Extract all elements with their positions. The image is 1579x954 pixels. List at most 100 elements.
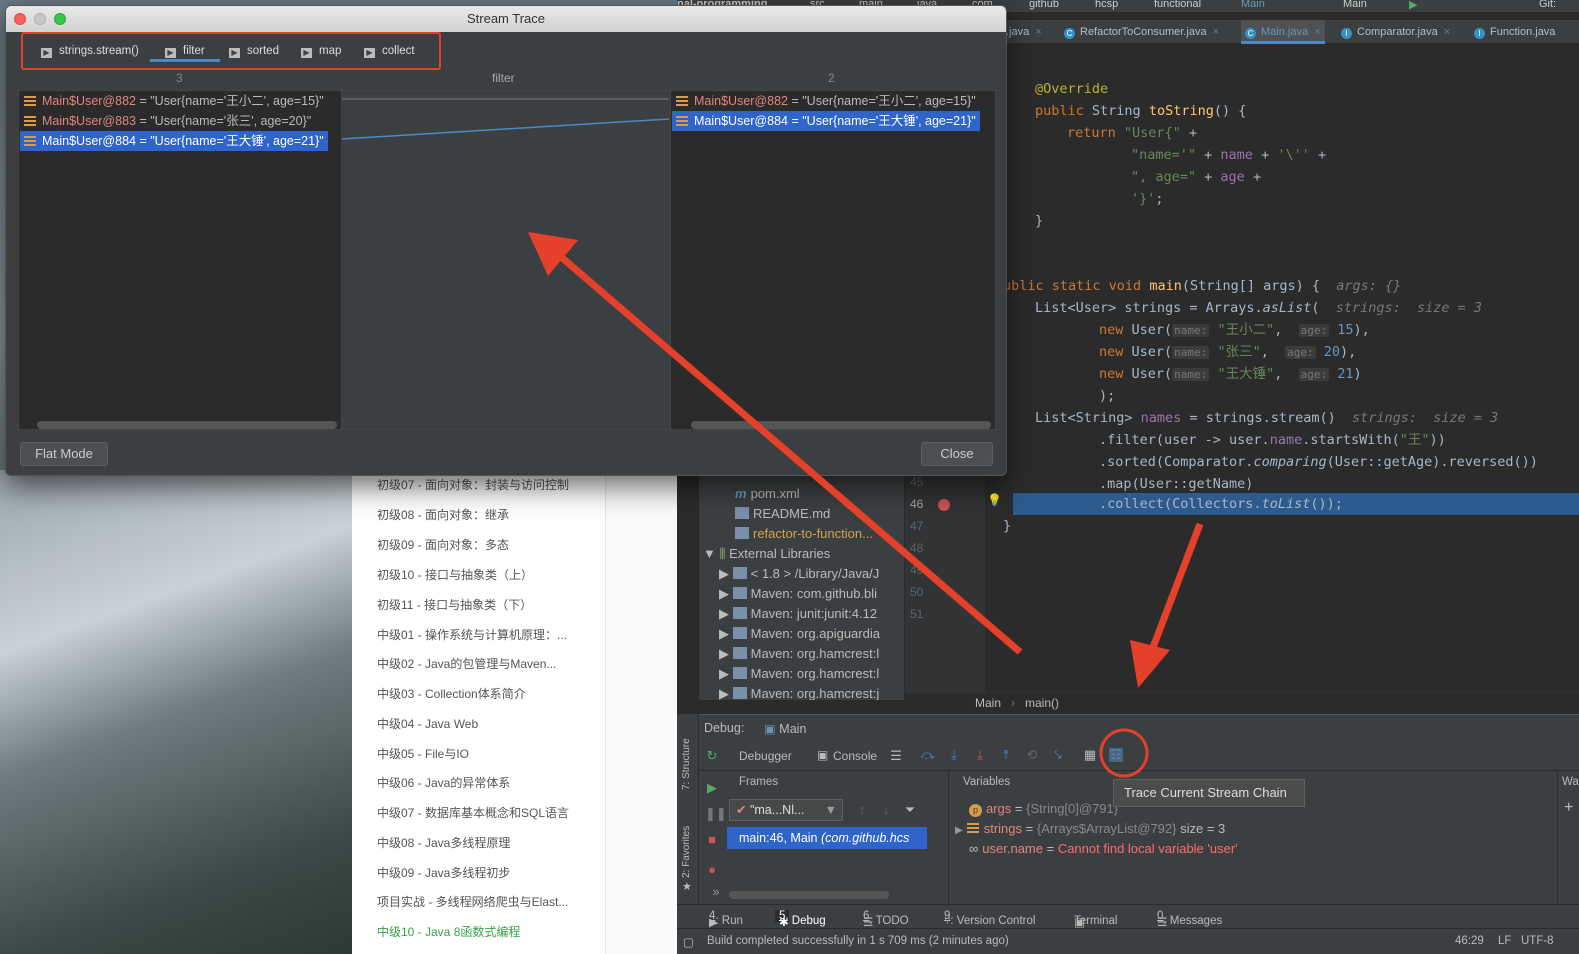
list-item-selected[interactable]: Main$User@884 = "User{name='王大锤', age=21… [672,111,980,131]
tree-item-jdk[interactable]: ▶ < 1.8 > /Library/Java/J [719,564,879,584]
step-out-icon[interactable]: ⤒ [999,748,1013,762]
debug-config-tab[interactable]: ▣ Main [764,721,806,736]
view-breakpoints-icon[interactable]: ● [705,863,719,877]
trace-stream-chain-icon[interactable]: ☷ [1109,748,1123,762]
chevron-right-icon[interactable]: ▶ [719,586,733,601]
tree-item-library[interactable]: ▶ Maven: org.hamcrest:j [719,684,879,700]
course-item[interactable]: 中级01 - 操作系统与计算机原理：... [377,626,567,643]
course-item[interactable]: 中级08 - Java多线程原理 [377,834,510,851]
close-window-icon[interactable] [14,13,26,25]
nav-crumb[interactable]: hcsp [1095,0,1118,10]
tab-comparator[interactable]: I Comparator.java × [1341,20,1450,44]
evaluate-expression-icon[interactable]: ▦ [1083,748,1097,762]
course-item-active[interactable]: 中级10 - Java 8函数式编程 [377,923,520,940]
status-message[interactable]: Build completed successfully in 1 s 709 … [707,935,1009,947]
tool-window-structure[interactable]: 7: Structure [681,720,695,790]
tool-tab-messages[interactable]: ☰ 0: Messages [1157,910,1222,929]
force-step-into-icon[interactable]: ⤓ [973,748,987,762]
close-icon[interactable]: × [1035,26,1041,38]
minimize-window-icon[interactable] [34,13,46,25]
tree-item-readme[interactable]: README.md [735,504,830,524]
close-icon[interactable]: × [1444,26,1450,38]
variable-row[interactable]: ▶ strings = {Arrays$ArrayList@792} size =… [955,819,1225,839]
drop-frame-icon[interactable]: ⟲ [1025,748,1039,762]
tab-function[interactable]: I Function.java [1474,20,1555,44]
chevron-right-icon[interactable]: ▶ [719,566,733,581]
pause-icon[interactable]: ❚❚ [705,807,727,821]
nav-crumb[interactable]: functional [1154,0,1201,10]
tab-java[interactable]: .java × [1006,20,1042,44]
caret-position[interactable]: 46:29 [1455,935,1484,947]
list-item[interactable]: Main$User@883 = "User{name='张三', age=20}… [20,111,315,131]
thread-select[interactable]: ✔ "ma...Nl... ▼ [729,799,843,821]
course-item[interactable]: 中级04 - Java Web [377,715,478,732]
course-item[interactable]: 初级11 - 接口与抽象类（下） [377,596,532,613]
tool-window-favorites[interactable]: 2: Favorites [681,814,695,878]
line-separator[interactable]: LF [1498,935,1511,947]
zoom-window-icon[interactable] [54,13,66,25]
tree-item-pom[interactable]: m pom.xml [735,484,800,504]
close-icon[interactable]: × [1314,26,1320,38]
step-into-icon[interactable]: ⤓ [947,748,961,762]
code-editor[interactable]: 💡 @Override public String toString() { r… [985,44,1579,692]
chevron-down-icon[interactable]: ▼ [703,546,719,561]
course-item[interactable]: 中级06 - Java的异常体系 [377,774,510,791]
status-window-icon[interactable]: ▢ [683,935,694,949]
git-label[interactable]: Git: [1539,0,1556,10]
tree-item-iml[interactable]: refactor-to-function... [735,524,873,544]
course-item[interactable]: 初级07 - 面向对象：封装与访问控制 [377,476,569,493]
nav-run-config[interactable]: Main [1241,0,1265,10]
list-item-selected[interactable]: Main$User@884 = "User{name='王大锤', age=21… [20,131,328,151]
tree-item-library[interactable]: ▶ Maven: org.hamcrest:l [719,664,879,684]
chevron-right-icon[interactable]: ▶ [719,686,733,700]
tree-item-external-libraries[interactable]: ▼ ⫼ External Libraries [703,544,830,564]
list-item[interactable]: Main$User@882 = "User{name='王小二', age=15… [20,91,328,111]
course-item[interactable]: 中级05 - File与IO [377,745,469,762]
frame-row-selected[interactable]: main:46, Main (com.github.hcs [727,827,927,849]
arrow-up-icon[interactable]: ↑ [855,803,869,817]
flat-mode-button[interactable]: Flat Mode [20,442,108,466]
chevron-right-icon[interactable]: ▶ [719,626,733,641]
menu-icon[interactable]: ☰ [889,749,903,763]
breadcrumb-item[interactable]: main() [1025,696,1059,710]
file-encoding[interactable]: UTF-8 [1521,935,1554,947]
tool-tab-run[interactable]: ▶ 4: Run [709,910,743,929]
close-icon[interactable]: × [1213,26,1219,38]
arrow-down-icon[interactable]: ↓ [879,803,893,817]
tool-tab-version-control[interactable]: ⑂ 9: Version Control [944,910,1035,927]
tab-debugger[interactable]: Debugger [739,749,792,763]
chevron-right-icon[interactable]: ▶ [955,825,963,836]
course-item[interactable]: 中级02 - Java的包管理与Maven... [377,655,556,672]
run-icon[interactable]: ▶ [1409,0,1417,11]
run-to-cursor-icon[interactable]: ⤥ [1051,748,1065,762]
horizontal-scrollbar[interactable] [691,421,991,429]
tree-item-library[interactable]: ▶ Maven: junit:junit:4.12 [719,604,877,624]
tool-tab-todo[interactable]: ☰ 6: TODO [863,910,909,929]
course-item[interactable]: 中级09 - Java多线程初步 [377,864,510,881]
tree-item-library[interactable]: ▶ Maven: org.hamcrest:l [719,644,879,664]
tab-refactor-to-consumer[interactable]: C RefactorToConsumer.java × [1064,20,1219,44]
variable-row[interactable]: p args = {String[0]@791} [969,799,1118,819]
filter-icon[interactable]: ⏷ [903,803,917,817]
tree-item-library[interactable]: ▶ Maven: org.apiguardia [719,624,880,644]
course-item[interactable]: 中级03 - Collection体系简介 [377,685,526,702]
course-item[interactable]: 初级10 - 接口与抽象类（上） [377,566,533,583]
star-icon[interactable]: ★ [682,880,692,893]
horizontal-scrollbar[interactable] [37,421,337,429]
breadcrumb-item[interactable]: Main [975,696,1001,710]
course-item[interactable]: 初级09 - 面向对象：多态 [377,536,509,553]
add-watch-icon[interactable]: + [1564,799,1573,817]
chevron-right-icon[interactable]: ▶ [719,666,733,681]
rerun-icon[interactable]: ↻ [705,749,719,763]
breakpoint-icon[interactable] [938,499,950,511]
more-icon[interactable]: » [709,885,723,899]
step-over-icon[interactable]: ⤼ [921,748,935,762]
course-item[interactable]: 初级08 - 面向对象：继承 [377,506,509,523]
frames-scrollbar[interactable] [729,891,889,899]
tool-tab-debug[interactable]: ✱ 5: Debug [775,910,826,929]
course-item[interactable]: 项目实战 - 多线程网络爬虫与Elast... [377,893,568,910]
variable-row[interactable]: ∞ user.name = Cannot find local variable … [969,839,1238,859]
chevron-right-icon[interactable]: ▶ [719,646,733,661]
tab-main[interactable]: C Main.java × [1241,20,1325,44]
lightbulb-icon[interactable]: 💡 [987,493,1002,507]
